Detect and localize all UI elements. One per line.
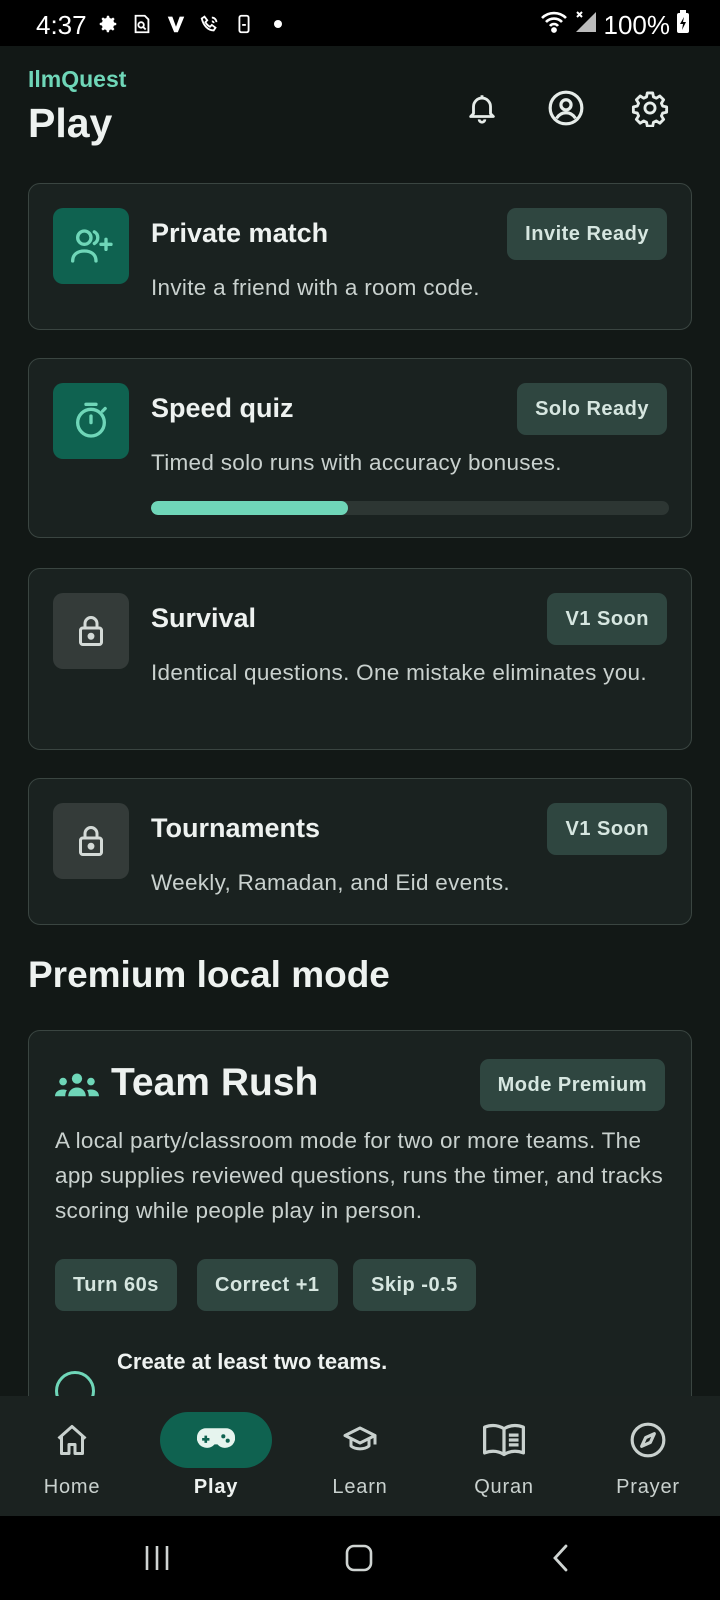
bottom-navigation: Home Play Learn Quran Prayer (0, 1396, 720, 1516)
book-icon (483, 1423, 525, 1457)
system-navigation-bar (0, 1516, 720, 1600)
mode-card-private-match[interactable]: Private match Invite Ready Invite a frie… (28, 183, 692, 330)
wifi-call-icon (198, 12, 222, 36)
mode-description: Timed solo runs with accuracy bonuses. (151, 450, 562, 475)
chip-correct-points: Correct +1 (197, 1259, 338, 1311)
nav-label: Quran (474, 1476, 534, 1498)
nav-pill (160, 1412, 272, 1468)
nav-item-learn[interactable]: Learn (288, 1396, 432, 1516)
nav-item-play[interactable]: Play (144, 1396, 288, 1516)
speed-quiz-progress-bar (151, 501, 669, 515)
notifications-button[interactable] (460, 86, 504, 130)
status-badge: Solo Ready (517, 383, 667, 435)
mode-description: Weekly, Ramadan, and Eid events. (151, 870, 510, 895)
battery-percent: 100% (603, 10, 671, 40)
tournaments-icon-tile (53, 803, 129, 879)
back-chevron-icon (553, 1544, 568, 1572)
graduation-cap-icon (343, 1426, 377, 1451)
status-notification-icons (96, 12, 290, 36)
status-badge: V1 Soon (547, 593, 667, 645)
mode-card-speed-quiz[interactable]: Speed quiz Solo Ready Timed solo runs wi… (28, 358, 692, 538)
section-title: Premium local mode (28, 954, 390, 995)
home-icon (57, 1425, 87, 1455)
mode-description: Invite a friend with a room code. (151, 275, 480, 300)
status-time: 4:37 (36, 10, 87, 40)
nav-pill (304, 1412, 416, 1468)
progress-fill (151, 501, 348, 515)
wifi-icon (540, 10, 568, 41)
mode-card-tournaments[interactable]: Tournaments V1 Soon Weekly, Ramadan, and… (28, 778, 692, 925)
lock-icon (79, 826, 103, 856)
search-document-icon (130, 12, 154, 36)
survival-icon-tile (53, 593, 129, 669)
nav-pill (16, 1412, 128, 1468)
home-square-icon (345, 1544, 373, 1572)
gamepad-icon (197, 1428, 235, 1448)
recent-apps-button[interactable] (132, 1536, 182, 1580)
back-button[interactable] (536, 1536, 586, 1580)
home-button[interactable] (334, 1536, 384, 1580)
team-rush-title: Team Rush (111, 1061, 319, 1104)
nav-pill (448, 1412, 560, 1468)
user-plus-icon (70, 229, 113, 263)
team-rush-card[interactable]: Team Rush Mode Premium A local party/cla… (28, 1030, 692, 1430)
stopwatch-icon (76, 402, 107, 438)
groups-icon (55, 1071, 99, 1106)
nav-item-prayer[interactable]: Prayer (576, 1396, 720, 1516)
status-badge: Invite Ready (507, 208, 667, 260)
status-bar: 4:37 100% (0, 0, 720, 46)
mode-title: Survival (151, 603, 257, 633)
premium-badge: Mode Premium (479, 1059, 665, 1111)
gear-icon (96, 12, 120, 36)
nav-label: Play (193, 1476, 239, 1498)
nav-item-home[interactable]: Home (0, 1396, 144, 1516)
team-rush-description: A local party/classroom mode for two or … (55, 1128, 664, 1223)
recent-apps-icon (145, 1546, 169, 1570)
mode-card-survival[interactable]: Survival V1 Soon Identical questions. On… (28, 568, 692, 750)
status-badge: V1 Soon (547, 803, 667, 855)
chip-skip-penalty: Skip -0.5 (353, 1259, 476, 1311)
app-name: IlmQuest (28, 66, 127, 92)
nav-label: Prayer (616, 1476, 680, 1498)
v-icon (164, 12, 188, 36)
private-match-icon-tile (53, 208, 129, 284)
nav-pill (592, 1412, 704, 1468)
gear-icon (631, 91, 669, 127)
account-circle-icon (548, 90, 584, 126)
phone-icon (232, 12, 256, 36)
chip-turn-time: Turn 60s (55, 1259, 177, 1311)
settings-button[interactable] (628, 86, 672, 130)
speed-quiz-icon-tile (53, 383, 129, 459)
mode-description: Identical questions. One mistake elimina… (151, 660, 647, 685)
lock-icon (79, 616, 103, 646)
dot-icon (266, 12, 290, 36)
battery-icon (676, 10, 690, 41)
nav-label: Learn (332, 1476, 388, 1498)
profile-button[interactable] (544, 86, 588, 130)
mode-title: Private match (151, 218, 329, 248)
nav-item-quran[interactable]: Quran (432, 1396, 576, 1516)
page-title: Play (28, 100, 113, 146)
mode-title: Speed quiz (151, 393, 294, 423)
nav-label: Home (43, 1476, 101, 1498)
status-system-icons: 100% (540, 10, 691, 41)
bell-icon (469, 95, 495, 124)
signal-icon (574, 10, 598, 41)
step-title: Create at least two teams. (117, 1349, 388, 1374)
mode-title: Tournaments (151, 813, 321, 843)
compass-icon (630, 1422, 666, 1458)
